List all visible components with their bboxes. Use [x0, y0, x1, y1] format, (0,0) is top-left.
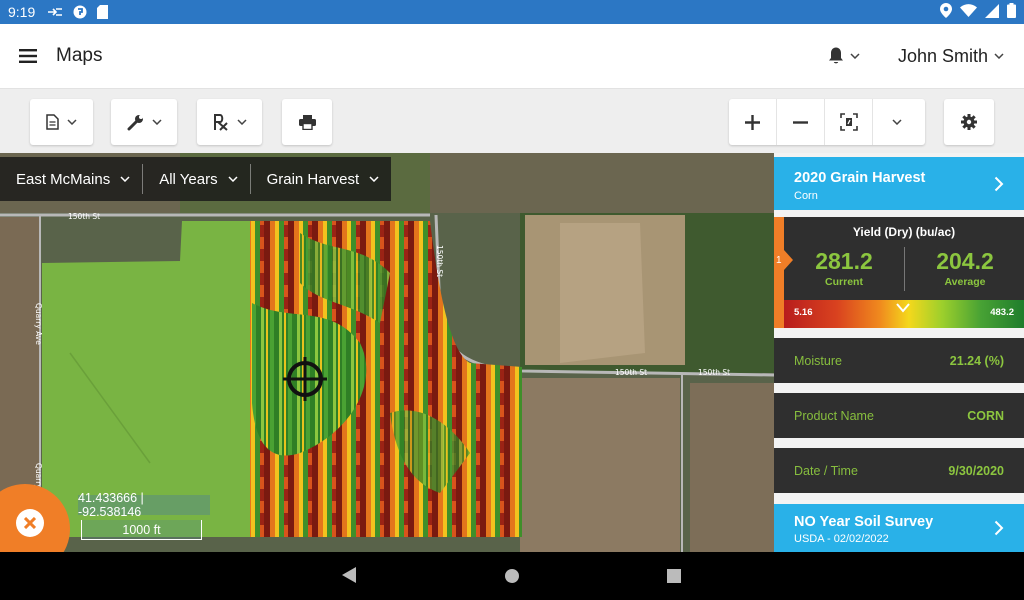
- harvest-card-title: 2020 Grain Harvest: [794, 170, 926, 186]
- map-options-dropdown[interactable]: [873, 99, 921, 145]
- home-icon[interactable]: [504, 568, 520, 584]
- moisture-value: 21.24 (%): [949, 353, 1004, 368]
- road-label: 150th St: [68, 212, 100, 221]
- product-name-row: Product Name CORN: [774, 393, 1024, 438]
- layer-marker-number: 1: [776, 255, 782, 266]
- status-bar: 9:19: [0, 0, 1024, 24]
- app-bar: Maps John Smith: [0, 24, 1024, 88]
- chevron-down-icon: [67, 119, 77, 125]
- signal-icon: [985, 3, 999, 21]
- road-label: 150th St: [698, 368, 730, 377]
- road-label: 150th St: [615, 368, 647, 377]
- app-screen: 9:19 Maps John Smith 150th St 150th St 1…: [0, 0, 1024, 600]
- road-label: Quarry Ave: [34, 303, 43, 345]
- tools-menu-button[interactable]: [111, 99, 177, 145]
- location-icon: [940, 3, 952, 21]
- harvest-layer-card[interactable]: 2020 Grain Harvest Corn: [774, 157, 1024, 210]
- coordinates-readout: 41.433666 | -92.538146: [78, 491, 210, 519]
- road-label: 150th St: [435, 245, 444, 277]
- yield-indicator-icon: [896, 303, 910, 313]
- moisture-label: Moisture: [794, 353, 842, 368]
- operation-filter-dropdown[interactable]: Grain Harvest: [251, 164, 392, 194]
- back-icon[interactable]: [341, 566, 357, 584]
- farm-filter-dropdown[interactable]: East McMains: [0, 164, 144, 194]
- scale-bar: 1000 ft: [81, 520, 202, 540]
- system-nav-bar: [0, 552, 1024, 600]
- app-notification-icon: [73, 5, 87, 19]
- chevron-down-icon: [120, 176, 130, 182]
- yield-average-label: Average: [944, 276, 986, 288]
- bluetooth-transfer-icon: [47, 6, 63, 18]
- moisture-row: Moisture 21.24 (%): [774, 338, 1024, 383]
- farm-filter-label: East McMains: [16, 170, 111, 188]
- chevron-down-icon: [228, 176, 238, 182]
- map-filter-bar: East McMains All Years Grain Harvest: [0, 157, 392, 201]
- crosshair-icon[interactable]: [283, 357, 327, 401]
- gear-icon: [961, 114, 977, 130]
- prescription-menu-button[interactable]: [197, 99, 262, 145]
- harvest-card-subtitle: Corn: [794, 190, 818, 202]
- zoom-to-field-button[interactable]: [825, 99, 873, 145]
- user-menu-button[interactable]: John Smith: [898, 46, 1004, 67]
- print-button[interactable]: [282, 99, 332, 145]
- product-name-value: CORN: [967, 408, 1004, 423]
- yield-title: Yield (Dry) (bu/ac): [852, 225, 956, 239]
- minus-icon: [793, 120, 808, 124]
- status-time: 9:19: [8, 4, 36, 20]
- soil-survey-card[interactable]: NO Year Soil Survey USDA - 02/02/2022: [774, 504, 1024, 552]
- settings-button[interactable]: [944, 99, 994, 145]
- soil-card-title: NO Year Soil Survey: [794, 514, 934, 530]
- year-filter-dropdown[interactable]: All Years: [143, 164, 251, 194]
- close-icon: [16, 509, 44, 537]
- yield-divider: [904, 247, 905, 291]
- layer-marker: 1: [774, 217, 784, 328]
- yield-legend-gradient: 5.16 483.2: [784, 300, 1024, 328]
- printer-icon: [298, 114, 316, 130]
- user-name: John Smith: [897, 45, 988, 66]
- wifi-icon: [960, 4, 977, 20]
- date-time-row: Date / Time 9/30/2020: [774, 448, 1024, 493]
- document-icon: [46, 114, 59, 130]
- battery-icon: [1007, 3, 1016, 21]
- soil-card-subtitle: USDA - 02/02/2022: [794, 533, 889, 545]
- yield-card: 1 Yield (Dry) (bu/ac) 281.2 Current 204.…: [774, 217, 1024, 328]
- menu-button[interactable]: [0, 24, 56, 88]
- zoom-in-button[interactable]: [729, 99, 777, 145]
- chevron-down-icon: [850, 53, 860, 59]
- chevron-right-icon: [994, 520, 1004, 536]
- page-title: Maps: [56, 45, 103, 66]
- chevron-right-icon: [994, 176, 1004, 192]
- year-filter-label: All Years: [159, 170, 218, 188]
- map-view[interactable]: 150th St 150th St 150th St 150th St Quar…: [0, 153, 774, 552]
- zoom-extent-icon: [839, 113, 858, 131]
- prescription-icon: [213, 113, 228, 131]
- chevron-down-icon: [994, 53, 1004, 59]
- operation-filter-label: Grain Harvest: [266, 170, 360, 188]
- yield-current-label: Current: [825, 276, 863, 288]
- zoom-controls: [729, 99, 925, 145]
- yield-scale-max: 483.2: [990, 307, 1014, 318]
- chevron-down-icon: [369, 176, 379, 182]
- chevron-down-icon: [236, 119, 247, 125]
- notifications-button[interactable]: [828, 47, 860, 65]
- layer-info-panel: 2020 Grain Harvest Corn 1 Yield (Dry) (b…: [774, 153, 1024, 552]
- yield-current-value: 281.2: [815, 248, 873, 274]
- recents-icon[interactable]: [666, 568, 682, 584]
- hamburger-menu-icon: [19, 49, 37, 63]
- plus-icon: [745, 114, 760, 130]
- sd-card-icon: [97, 5, 109, 19]
- map-toolbar: [0, 88, 1024, 153]
- yield-scale-min: 5.16: [794, 307, 813, 318]
- product-name-label: Product Name: [794, 408, 874, 423]
- bell-icon: [828, 47, 843, 64]
- zoom-out-button[interactable]: [777, 99, 825, 145]
- document-menu-button[interactable]: [30, 99, 93, 145]
- wrench-icon: [127, 114, 143, 130]
- chevron-down-icon: [151, 119, 162, 125]
- chevron-down-icon: [892, 119, 902, 125]
- yield-average-value: 204.2: [936, 248, 994, 274]
- date-time-label: Date / Time: [794, 463, 858, 478]
- date-time-value: 9/30/2020: [948, 463, 1004, 478]
